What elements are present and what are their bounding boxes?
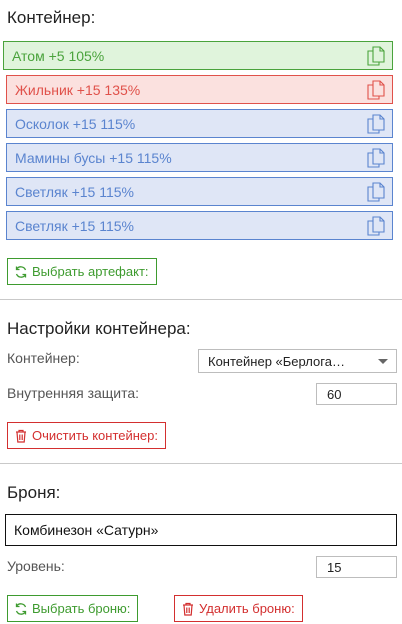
divider — [0, 463, 402, 464]
artifact-slot-4[interactable]: Мамины бусы +15 115% — [6, 143, 393, 172]
delete-armor-label: Удалить броню: — [199, 601, 295, 616]
delete-armor-button[interactable]: Удалить броню: — [174, 595, 303, 622]
container-label: Контейнер: — [7, 350, 80, 366]
copy-icon[interactable] — [367, 148, 385, 168]
protection-label: Внутренняя защита: — [7, 385, 140, 401]
settings-title: Настройки контейнера: — [7, 319, 191, 338]
artifact-label: Светляк +15 115% — [15, 217, 134, 234]
copy-icon[interactable] — [367, 216, 385, 236]
protection-input[interactable]: 60 — [316, 383, 397, 405]
refresh-icon — [15, 265, 27, 278]
artifact-slot-1[interactable]: Атом +5 105% — [3, 41, 393, 70]
copy-icon[interactable] — [367, 114, 385, 134]
refresh-icon — [15, 602, 27, 615]
copy-icon[interactable] — [367, 46, 385, 66]
armor-title: Броня: — [7, 483, 61, 502]
artifact-slot-2[interactable]: Жильник +15 135% — [6, 75, 393, 104]
container-title: Контейнер: — [7, 8, 96, 27]
artifact-label: Светляк +15 115% — [15, 183, 134, 200]
artifact-slot-5[interactable]: Светляк +15 115% — [6, 177, 393, 206]
select-artifact-button[interactable]: Выбрать артефакт: — [7, 258, 157, 285]
artifact-label: Мамины бусы +15 115% — [15, 149, 172, 166]
artifact-slot-6[interactable]: Светляк +15 115% — [6, 211, 393, 240]
armor-field[interactable]: Комбинезон «Сатурн» — [5, 514, 397, 546]
divider — [0, 299, 402, 300]
artifact-slot-3[interactable]: Осколок +15 115% — [6, 109, 393, 138]
artifact-label: Жильник +15 135% — [15, 81, 141, 98]
clear-container-button[interactable]: Очистить контейнер: — [7, 422, 166, 449]
clear-container-label: Очистить контейнер: — [32, 428, 158, 443]
select-armor-label: Выбрать броню: — [32, 601, 131, 616]
copy-icon[interactable] — [367, 80, 385, 100]
select-armor-button[interactable]: Выбрать броню: — [7, 595, 139, 622]
trash-icon — [16, 429, 26, 443]
select-artifact-label: Выбрать артефакт: — [32, 264, 149, 279]
artifact-label: Атом +5 105% — [12, 47, 105, 64]
container-select-value: Контейнер «Берлога… — [208, 353, 345, 369]
artifact-label: Осколок +15 115% — [15, 115, 136, 132]
copy-icon[interactable] — [367, 182, 385, 202]
trash-icon — [183, 602, 193, 616]
level-label: Уровень: — [7, 558, 65, 574]
container-select[interactable]: Контейнер «Берлога… — [198, 349, 397, 373]
chevron-down-icon — [378, 359, 388, 364]
level-input[interactable]: 15 — [316, 556, 397, 578]
